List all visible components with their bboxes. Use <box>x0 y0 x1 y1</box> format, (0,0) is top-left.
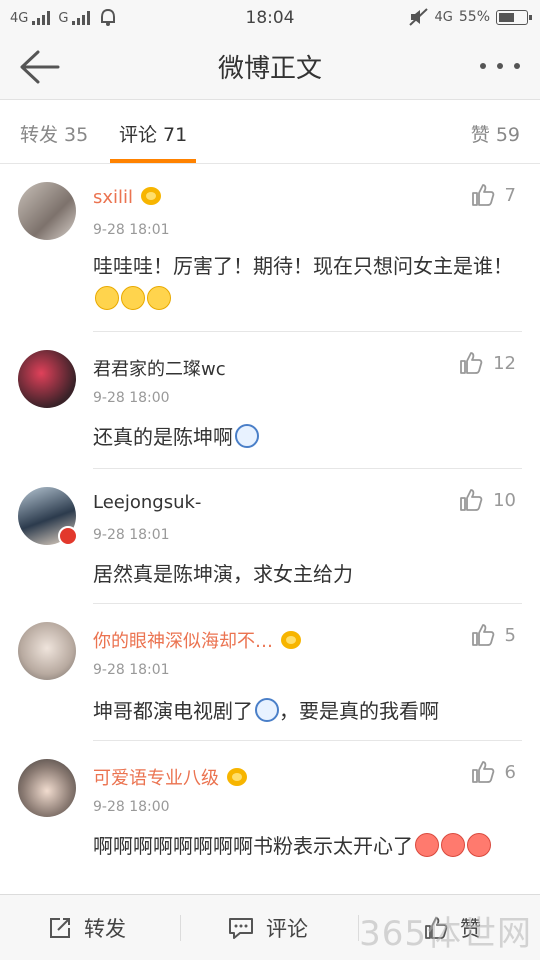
tab-bar: 转发 35 评论 71 赞 59 <box>0 100 540 164</box>
like-button[interactable]: 10 <box>459 488 516 512</box>
nav-bar: 微博正文 <box>0 34 540 100</box>
divider <box>93 603 522 604</box>
avatar[interactable] <box>18 622 76 680</box>
thumb-up-icon <box>471 761 494 783</box>
more-dot-icon <box>480 63 486 69</box>
comment-text: 坤哥都演电视剧了 ，要是真的我看啊 <box>93 698 439 723</box>
username[interactable]: 可爱语专业八级 <box>93 764 247 790</box>
comment-button[interactable]: 评论 <box>228 895 308 960</box>
comment-time: 9-28 18:01 <box>93 662 170 678</box>
like-count: 12 <box>493 352 516 374</box>
thumb-up-icon <box>471 184 494 206</box>
like-count: 5 <box>504 624 516 646</box>
thumb-up-icon <box>471 624 494 646</box>
repost-button[interactable]: 转发 <box>48 895 126 960</box>
username[interactable]: Leejongsuk- <box>93 492 201 513</box>
comment-text: 居然真是陈坤演，求女主给力 <box>93 562 353 586</box>
repost-icon <box>50 918 70 938</box>
comment-item: 你的眼神深似海却不… 9-28 18:01 5 坤哥都演电视剧了 ，要是真的我看啊 <box>0 605 540 741</box>
comment-time: 9-28 18:00 <box>93 799 170 815</box>
mute-icon <box>408 8 428 26</box>
comment-time: 9-28 18:01 <box>93 222 170 238</box>
vip-badge-icon <box>141 187 162 205</box>
comment-text: 还真的是陈坤啊 <box>93 421 523 454</box>
like-button[interactable]: 12 <box>459 351 516 375</box>
avatar[interactable] <box>18 759 76 817</box>
username[interactable]: sxilil <box>93 187 162 208</box>
divider <box>93 740 522 741</box>
tab-repost[interactable]: 转发 35 <box>20 120 88 147</box>
more-dot-icon <box>514 63 520 69</box>
status-right: 4G 55% <box>408 8 532 26</box>
comment-item: Leejongsuk- 9-28 18:01 10 居然真是陈坤演，求女主给力 <box>0 470 540 604</box>
avatar[interactable] <box>18 182 76 240</box>
username[interactable]: 你的眼神深似海却不… <box>93 627 301 653</box>
more-dot-icon <box>497 63 503 69</box>
comment-item: 君君家的二璨wc 9-28 18:00 12 还真的是陈坤啊 <box>0 333 540 469</box>
comment-time: 9-28 18:00 <box>93 390 170 406</box>
thumb-up-icon <box>460 352 483 374</box>
tab-comment[interactable]: 评论 71 <box>119 120 187 147</box>
like-button[interactable]: 6 <box>471 760 516 784</box>
comment-item: sxilil 9-28 18:01 7 哇哇哇！厉害了！期待！现在只想问女主是谁… <box>0 165 540 332</box>
divider <box>93 331 522 332</box>
tab-active-indicator <box>110 159 196 163</box>
comment-text: 哇哇哇！厉害了！期待！现在只想问女主是谁！ <box>93 250 523 316</box>
vip-badge-icon <box>227 768 247 786</box>
face-emoji-icon <box>235 424 259 448</box>
thumb-up-icon <box>460 489 483 511</box>
smile-emoji-icon <box>121 286 145 310</box>
separator <box>180 915 181 941</box>
tab-like[interactable]: 赞 59 <box>471 120 520 147</box>
cry-emoji-icon <box>467 833 491 857</box>
page-title: 微博正文 <box>217 54 322 84</box>
like-count: 7 <box>504 184 516 206</box>
battery-percent: 55% <box>458 9 490 25</box>
comment-item: 可爱语专业八级 9-28 18:00 6 啊啊啊啊啊啊啊啊书粉表示太开心了 <box>0 742 540 894</box>
like-button[interactable]: 5 <box>471 623 516 647</box>
divider <box>93 468 522 469</box>
smile-emoji-icon <box>147 286 171 310</box>
verified-badge-icon <box>58 526 78 546</box>
comment-time: 9-28 18:01 <box>93 527 170 543</box>
comment-text: 啊啊啊啊啊啊啊啊书粉表示太开心了 <box>93 830 523 863</box>
like-button[interactable]: 7 <box>471 183 516 207</box>
face-emoji-icon <box>255 698 279 722</box>
username[interactable]: 君君家的二璨wc <box>93 355 226 381</box>
smile-emoji-icon <box>95 286 119 310</box>
like-count: 6 <box>504 761 516 783</box>
cry-emoji-icon <box>415 833 439 857</box>
status-bar: 4G G 18:04 4G 55% <box>0 0 540 34</box>
more-button[interactable] <box>480 48 520 84</box>
like-count: 10 <box>493 489 516 511</box>
avatar[interactable] <box>18 350 76 408</box>
battery-icon <box>496 9 532 25</box>
vip-badge-icon <box>281 631 301 649</box>
watermark: 365体世网 <box>359 914 532 954</box>
cry-emoji-icon <box>441 833 465 857</box>
comment-icon <box>229 918 253 939</box>
network-label: 4G <box>434 9 453 25</box>
